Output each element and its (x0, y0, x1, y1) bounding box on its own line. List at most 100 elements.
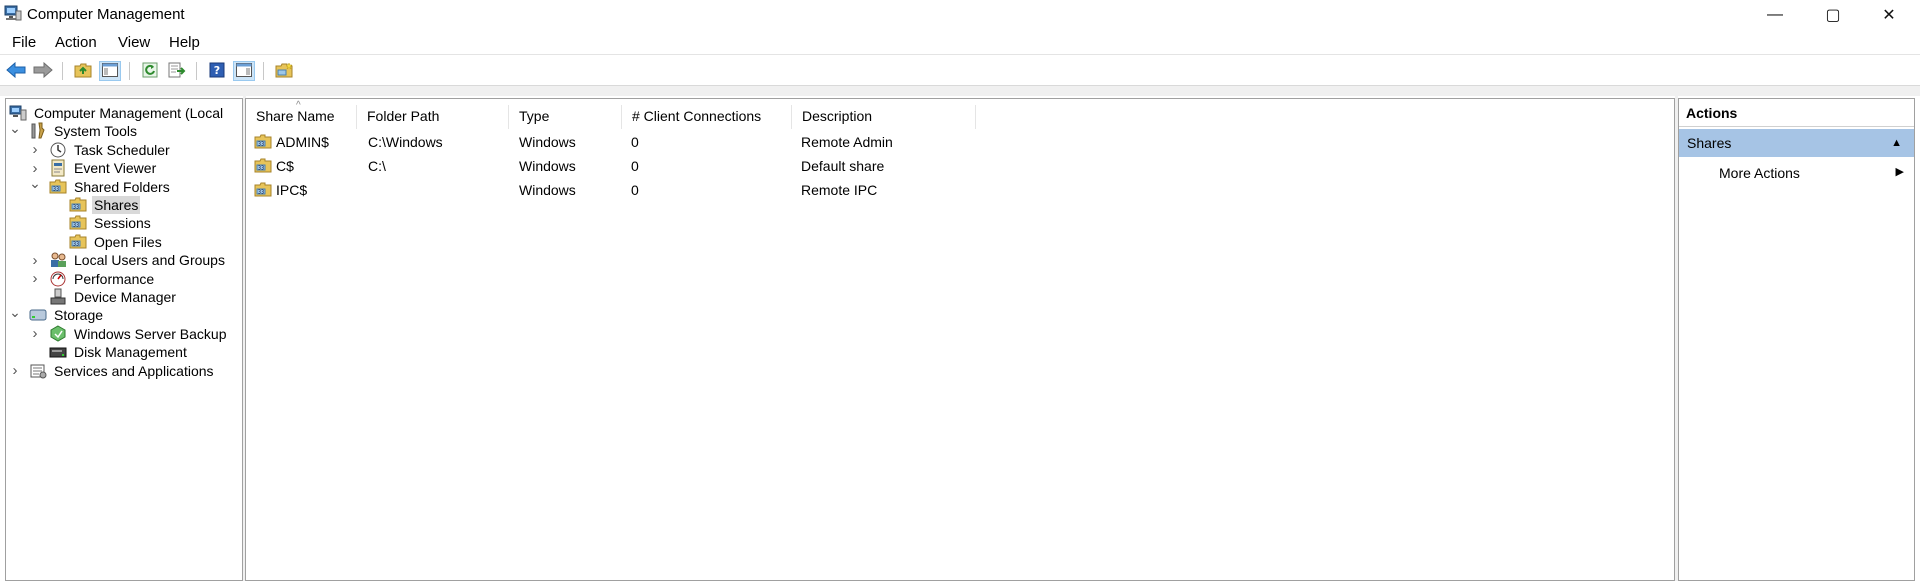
minimize-button[interactable]: — (1752, 0, 1798, 29)
tree-item-sessions[interactable]: 33 Sessions (49, 213, 153, 233)
show-hide-action-pane-icon (236, 62, 252, 80)
collapsed-chevron-icon[interactable]: › (29, 141, 41, 158)
expanded-chevron-icon[interactable]: ⌄ (9, 304, 21, 320)
show-hide-action-pane-button[interactable] (233, 61, 255, 81)
expanded-chevron-icon[interactable]: ⌄ (9, 120, 21, 136)
tree-item-storage[interactable]: ⌄ Storage (9, 304, 105, 325)
menu-bar: File Action View Help (0, 29, 1920, 55)
tree-item-open-files[interactable]: 33 Open Files (49, 232, 164, 252)
cell-type: Windows (519, 182, 576, 198)
window-title: Computer Management (27, 6, 185, 23)
toolbar-separator (62, 62, 63, 80)
pane-header-strip (0, 86, 1920, 96)
expanded-chevron-icon[interactable]: ⌄ (29, 175, 41, 191)
back-button[interactable] (5, 61, 27, 81)
tree-item-system-tools[interactable]: ⌄ System Tools (9, 120, 139, 141)
tree-item-label: Storage (54, 307, 104, 324)
tree-toggle-spacer (49, 236, 61, 248)
cell-description: Default share (801, 158, 885, 174)
collapsed-chevron-icon[interactable]: › (29, 252, 41, 269)
show-hide-tree-icon (102, 62, 118, 80)
share-folder-icon: 33 (254, 133, 272, 151)
refresh-button[interactable] (139, 61, 161, 81)
tree-item-windows-server-backup[interactable]: › Windows Server Backup (29, 324, 229, 344)
column-folder-path[interactable]: Folder Path (357, 105, 509, 129)
table-row[interactable]: 33 C$ C:\ Windows 0 Default share (246, 155, 1246, 179)
share-folder-icon: 33 (254, 181, 272, 199)
windows-server-backup-icon (49, 325, 67, 343)
svg-text:33: 33 (258, 142, 264, 148)
column-description[interactable]: Description (792, 105, 976, 129)
table-row[interactable]: 33 ADMIN$ C:\Windows Windows 0 Remote Admin (246, 131, 1246, 155)
up-one-level-button[interactable] (72, 61, 94, 81)
more-actions-item[interactable]: More Actions (1719, 165, 1800, 181)
column-type[interactable]: Type (509, 105, 622, 129)
collapse-up-icon[interactable]: ▲ (1891, 137, 1902, 149)
storage-icon (29, 306, 47, 324)
back-arrow-icon (6, 61, 26, 81)
menu-file[interactable]: File (12, 34, 36, 51)
actions-section-shares[interactable]: Shares ▲ (1679, 129, 1914, 157)
show-hide-console-tree-button[interactable] (99, 61, 121, 81)
actions-pane: Actions Shares ▲ More Actions ▶ (1678, 98, 1915, 581)
tree-item-shares[interactable]: 33 Shares (49, 195, 141, 215)
tree-item-label: Computer Management (Local (34, 105, 224, 121)
toolbar-separator (129, 62, 130, 80)
menu-view[interactable]: View (118, 34, 150, 51)
tree-item-task-scheduler[interactable]: › Task Scheduler (29, 140, 172, 160)
cell-folder-path: C:\Windows (368, 134, 443, 150)
tree-item-computer-management-local[interactable]: Computer Management (Local (9, 103, 225, 123)
services-applications-icon (29, 362, 47, 380)
cell-type: Windows (519, 158, 576, 174)
new-share-button[interactable] (273, 61, 295, 81)
tree-item-device-manager[interactable]: Device Manager (29, 287, 178, 307)
event-viewer-icon (49, 159, 67, 177)
collapsed-chevron-icon[interactable]: › (29, 160, 41, 177)
cell-description: Remote IPC (801, 182, 878, 198)
shared-folders-icon: 33 (49, 178, 67, 196)
cell-share-name: IPC$ (276, 182, 308, 198)
forward-button[interactable] (32, 61, 54, 81)
cell-client-connections: 0 (631, 182, 639, 198)
close-button[interactable]: ✕ (1866, 0, 1912, 29)
help-icon: ? (209, 62, 225, 81)
cell-share-name: C$ (276, 158, 294, 174)
submenu-arrow-icon[interactable]: ▶ (1896, 165, 1904, 178)
table-row[interactable]: 33 IPC$ Windows 0 Remote IPC (246, 179, 1246, 203)
tree-item-shared-folders[interactable]: ⌄ 33 Shared Folders (29, 175, 172, 197)
svg-text:33: 33 (73, 241, 79, 247)
export-list-button[interactable] (166, 61, 188, 81)
tree-item-label: Open Files (94, 233, 162, 250)
tree-item-performance[interactable]: › Performance (29, 269, 156, 289)
help-button[interactable]: ? (206, 61, 228, 81)
cell-share-name: ADMIN$ (276, 134, 329, 150)
collapsed-chevron-icon[interactable]: › (29, 270, 41, 287)
column-client-connections[interactable]: # Client Connections (622, 105, 792, 129)
column-share-name[interactable]: ^ Share Name (246, 100, 357, 129)
tree-item-label: Device Manager (74, 289, 176, 305)
svg-text:33: 33 (53, 186, 59, 192)
open-files-icon: 33 (69, 233, 87, 251)
tree-item-local-users-and-groups[interactable]: › Local Users and Groups (29, 250, 227, 270)
tree-item-disk-management[interactable]: Disk Management (29, 342, 189, 362)
computer-management-app-icon (4, 5, 22, 21)
cell-type: Windows (519, 134, 576, 150)
tree-item-label: Windows Server Backup (74, 325, 227, 342)
svg-text:33: 33 (73, 223, 79, 229)
svg-text:33: 33 (258, 190, 264, 196)
column-type-label: Type (519, 108, 550, 124)
tree-item-event-viewer[interactable]: › Event Viewer (29, 158, 158, 178)
tree-item-services-and-applications[interactable]: › Services and Applications (9, 361, 216, 381)
column-description-label: Description (802, 108, 873, 124)
cell-client-connections: 0 (631, 158, 639, 174)
maximize-button[interactable]: ▢ (1810, 0, 1856, 29)
tree-item-label: Event Viewer (74, 160, 157, 177)
collapsed-chevron-icon[interactable]: › (29, 325, 41, 342)
tree-item-label: Sessions (94, 215, 151, 232)
collapsed-chevron-icon[interactable]: › (9, 362, 21, 379)
share-folder-icon: 33 (254, 157, 272, 175)
tree-toggle-spacer (49, 217, 61, 229)
menu-action[interactable]: Action (55, 34, 97, 51)
tree-item-label: Local Users and Groups (74, 252, 225, 269)
menu-help[interactable]: Help (169, 34, 200, 51)
